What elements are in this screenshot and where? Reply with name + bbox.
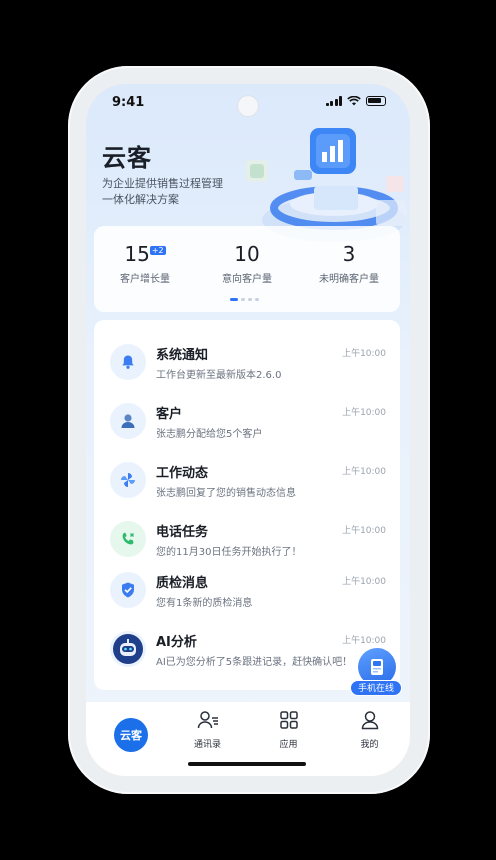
stat-label: 客户增长量 <box>120 274 170 285</box>
carousel-dot[interactable] <box>248 298 252 301</box>
pinwheel-icon <box>110 462 146 498</box>
stat-customer-growth[interactable]: 15 +2 客户增长量 <box>94 242 196 285</box>
front-camera <box>238 96 258 116</box>
tab-label: 我的 <box>360 740 379 750</box>
signal-icon <box>325 96 342 106</box>
carousel-dot[interactable] <box>230 298 238 301</box>
message-time: 上午10:00 <box>342 467 386 477</box>
bell-icon <box>110 344 146 380</box>
message-list: 系统通知 工作台更新至最新版本2.6.0 上午10:00 客户 张志鹏分配给您5… <box>94 320 400 690</box>
tab-home-badge: 云客 <box>114 718 148 752</box>
message-title: 电话任务 <box>156 525 209 540</box>
carousel-dot[interactable] <box>255 298 259 301</box>
message-time: 上午10:00 <box>342 408 386 418</box>
tab-label: 通讯录 <box>193 740 221 750</box>
message-item-quality-check[interactable]: 质检消息 您有1条新的质检消息 上午10:00 <box>94 566 400 620</box>
message-item-work-activity[interactable]: 工作动态 张志鹏回复了您的销售动态信息 上午10:00 <box>94 456 400 510</box>
status-icons <box>325 96 386 106</box>
contacts-icon <box>197 711 218 729</box>
stat-unclear-customers[interactable]: 3 未明确客户量 <box>298 242 400 285</box>
stat-label: 未明确客户量 <box>319 274 379 285</box>
app-screen: 9:41 云客 为企业提供销售过程管理 一体化解决方案 15 +2 客户增长量 … <box>86 84 410 776</box>
app-subtitle: 为企业提供销售过程管理 一体化解决方案 <box>102 176 223 208</box>
user-icon <box>110 403 146 439</box>
stat-label: 意向客户量 <box>222 274 272 285</box>
battery-icon <box>366 96 386 106</box>
message-desc: 您有1条新的质检消息 <box>156 598 253 609</box>
tab-label: 应用 <box>279 740 298 750</box>
message-item-system-notice[interactable]: 系统通知 工作台更新至最新版本2.6.0 上午10:00 <box>94 338 400 392</box>
message-title: 质检消息 <box>156 576 209 591</box>
status-time: 9:41 <box>112 95 145 110</box>
status-bar: 9:41 <box>86 84 410 124</box>
subtitle-line-2: 一体化解决方案 <box>102 193 179 206</box>
message-desc: 张志鹏回复了您的销售动态信息 <box>156 488 296 499</box>
message-time: 上午10:00 <box>342 349 386 359</box>
stat-value: 15 +2 <box>124 242 166 266</box>
message-desc: 您的11月30日任务开始执行了！ <box>156 547 302 558</box>
phone-icon <box>110 521 146 557</box>
stats-card[interactable]: 15 +2 客户增长量 10 意向客户量 3 未明确客户量 <box>94 226 400 312</box>
apps-grid-icon <box>279 711 298 729</box>
message-desc: 工作台更新至最新版本2.6.0 <box>156 370 282 381</box>
message-title: 工作动态 <box>156 466 209 481</box>
home-indicator[interactable] <box>188 762 306 766</box>
carousel-dots[interactable] <box>230 298 259 301</box>
robot-icon <box>110 631 146 667</box>
wifi-icon <box>347 96 361 106</box>
tab-contacts[interactable]: 通讯录 <box>167 710 248 750</box>
phone-online-fab[interactable]: 手机在线 <box>350 646 402 700</box>
message-item-customer[interactable]: 客户 张志鹏分配给您5个客户 上午10:00 <box>94 397 400 451</box>
stat-badge: +2 <box>149 246 166 255</box>
tab-me[interactable]: 我的 <box>329 710 410 750</box>
message-time: 上午10:00 <box>342 577 386 587</box>
message-title: 客户 <box>156 407 183 422</box>
stat-value: 3 <box>342 242 356 266</box>
message-desc: 张志鹏分配给您5个客户 <box>156 429 263 440</box>
message-desc: AI已为您分析了5条跟进记录，赶快确认吧！ <box>156 657 353 668</box>
message-item-phone-task[interactable]: 电话任务 您的11月30日任务开始执行了！ 上午10:00 <box>94 515 400 569</box>
stat-intent-customers[interactable]: 10 意向客户量 <box>196 242 298 285</box>
message-title: AI分析 <box>156 635 197 650</box>
carousel-dot[interactable] <box>241 298 245 301</box>
subtitle-line-1: 为企业提供销售过程管理 <box>102 177 223 190</box>
message-time: 上午10:00 <box>342 636 386 646</box>
fab-label: 手机在线 <box>350 680 402 696</box>
message-time: 上午10:00 <box>342 526 386 536</box>
shield-check-icon <box>110 572 146 608</box>
message-title: 系统通知 <box>156 348 209 363</box>
profile-icon <box>361 711 378 730</box>
tab-apps[interactable]: 应用 <box>248 710 329 750</box>
stat-value: 10 <box>234 242 260 266</box>
app-title: 云客 <box>102 144 152 172</box>
